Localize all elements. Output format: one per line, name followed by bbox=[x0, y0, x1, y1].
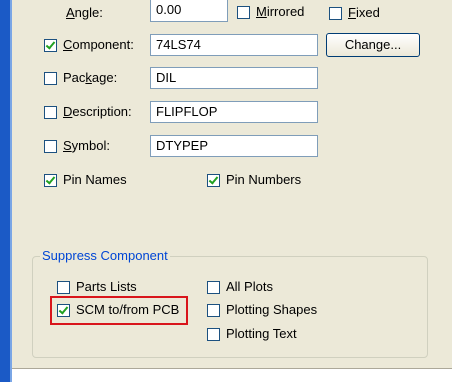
description-checkbox[interactable] bbox=[44, 106, 57, 119]
angle-field[interactable]: 0.00 bbox=[150, 0, 228, 22]
angle-label: Angle: bbox=[66, 5, 103, 20]
description-label: Description: bbox=[63, 104, 132, 119]
all-plots-label: All Plots bbox=[226, 279, 273, 294]
parts-lists-label: Parts Lists bbox=[76, 279, 137, 294]
plotting-text-checkbox[interactable] bbox=[207, 328, 220, 341]
window-left-border bbox=[0, 0, 10, 382]
plotting-shapes-label: Plotting Shapes bbox=[226, 302, 318, 317]
description-field[interactable]: FLIPFLOP bbox=[150, 101, 318, 123]
right-gutter bbox=[452, 0, 470, 382]
pin-names-label: Pin Names bbox=[63, 172, 127, 187]
component-label: Component: bbox=[63, 37, 134, 52]
plotting-shapes-checkbox[interactable] bbox=[207, 304, 220, 317]
package-field[interactable]: DIL bbox=[150, 67, 318, 89]
fixed-checkbox[interactable] bbox=[329, 7, 342, 20]
symbol-checkbox[interactable] bbox=[44, 140, 57, 153]
pin-numbers-checkbox[interactable] bbox=[207, 174, 220, 187]
mirrored-checkbox[interactable] bbox=[237, 6, 250, 19]
mirrored-label: Mirrored bbox=[256, 4, 305, 19]
fixed-label: Fixed bbox=[348, 5, 380, 20]
scm-pcb-label: SCM to/from PCB bbox=[76, 302, 180, 317]
component-field[interactable]: 74LS74 bbox=[150, 34, 318, 56]
package-checkbox[interactable] bbox=[44, 72, 57, 85]
package-label: Package: bbox=[63, 70, 118, 85]
scm-pcb-checkbox[interactable] bbox=[57, 304, 70, 317]
component-checkbox[interactable] bbox=[44, 39, 57, 52]
symbol-field[interactable]: DTYPEP bbox=[150, 135, 318, 157]
symbol-label: Symbol: bbox=[63, 138, 110, 153]
all-plots-checkbox[interactable] bbox=[207, 281, 220, 294]
pin-numbers-label: Pin Numbers bbox=[226, 172, 302, 187]
parts-lists-checkbox[interactable] bbox=[57, 281, 70, 294]
plotting-text-label: Plotting Text bbox=[226, 326, 297, 341]
pin-names-checkbox[interactable] bbox=[44, 174, 57, 187]
change-button[interactable]: Change... bbox=[326, 33, 420, 57]
suppress-component-title: Suppress Component bbox=[40, 248, 170, 264]
